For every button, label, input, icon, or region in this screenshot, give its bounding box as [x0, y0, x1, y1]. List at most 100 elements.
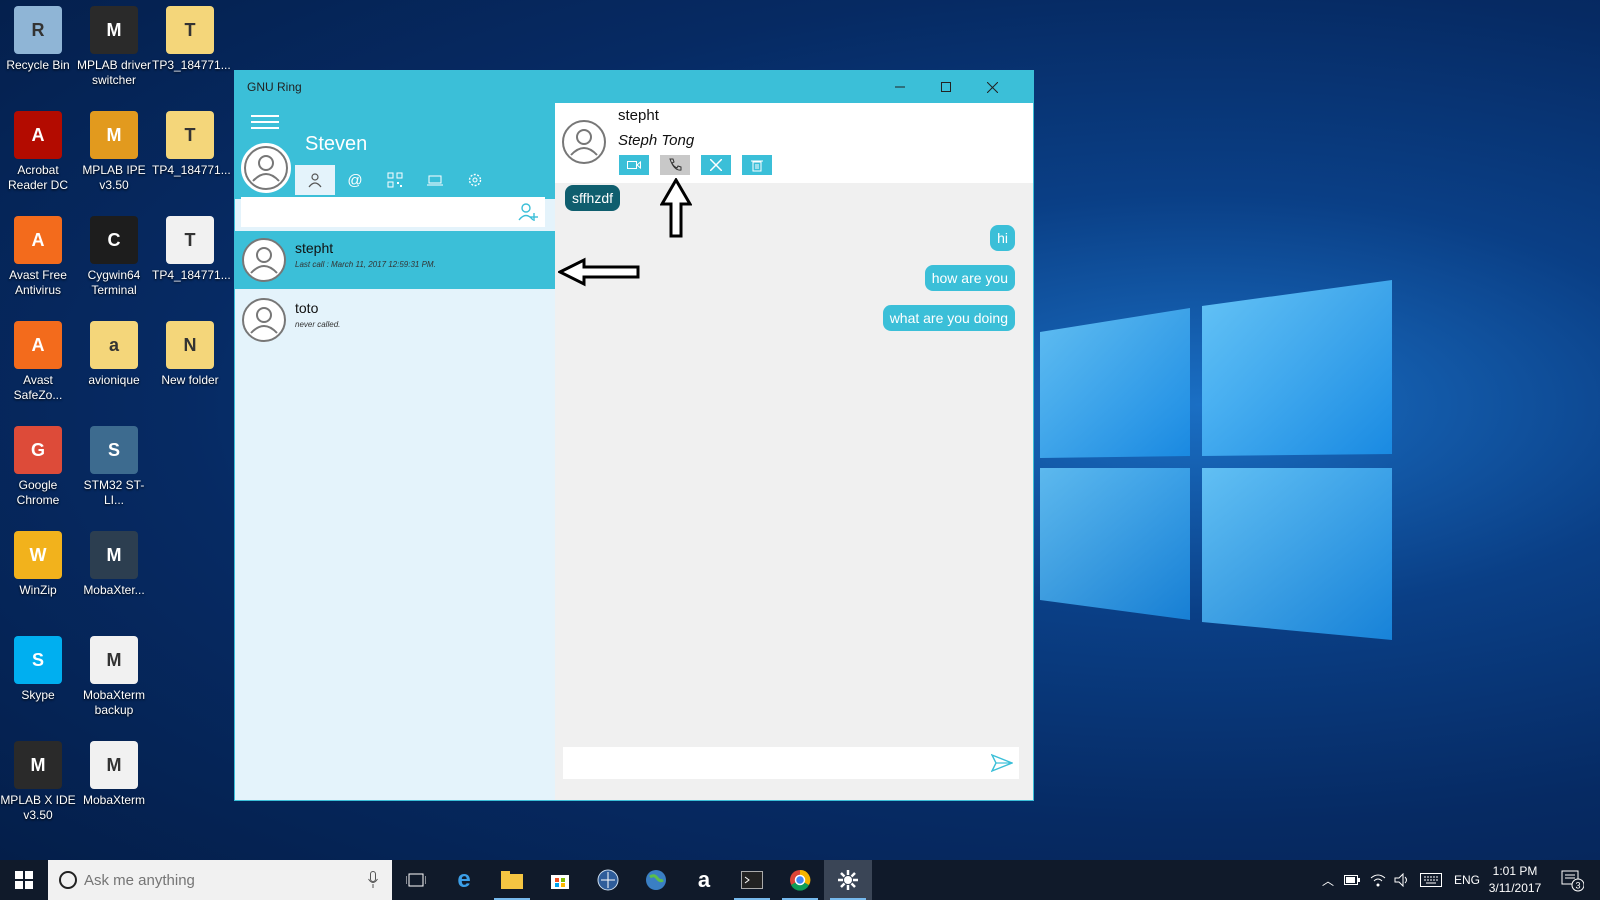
task-view-button[interactable]: [392, 860, 440, 900]
hamburger-menu-icon[interactable]: [251, 111, 279, 131]
desktop-icon-label: WinZip: [19, 583, 57, 597]
desktop-icon[interactable]: M MPLAB X IDE v3.50: [0, 741, 76, 823]
winzip-icon: W: [14, 531, 62, 579]
desktop-icon[interactable]: R Recycle Bin: [0, 6, 76, 73]
phone-icon: [669, 158, 682, 171]
tab-settings[interactable]: [455, 165, 495, 195]
conversation-pane: stepht Steph Tong sffhzdf hi how are you…: [555, 103, 1033, 800]
contact-last-call: Last call : March 11, 2017 12:59:31 PM.: [295, 260, 436, 269]
desktop-icon[interactable]: T TP4_184771...: [152, 216, 231, 283]
conversation-contact-alias: Steph Tong: [618, 132, 695, 149]
desktop-icon[interactable]: N New folder: [152, 321, 228, 388]
desktop-icon[interactable]: S Skype: [0, 636, 76, 703]
close-icon: [986, 81, 998, 93]
taskbar-app-globe[interactable]: [584, 860, 632, 900]
chevron-up-icon[interactable]: ︿: [1322, 872, 1334, 889]
gear-icon: [468, 173, 482, 187]
minimize-button[interactable]: [877, 71, 923, 103]
desktop-icon[interactable]: M MobaXterm backup: [76, 636, 152, 718]
account-name: Steven: [305, 133, 368, 155]
up-arrow-annotation: [660, 178, 692, 238]
taskbar-amazon[interactable]: a: [680, 860, 728, 900]
send-icon[interactable]: [991, 753, 1013, 773]
battery-icon[interactable]: [1344, 875, 1361, 885]
desktop-icon[interactable]: A Avast SafeZo...: [0, 321, 76, 403]
tab-qr-code[interactable]: [375, 165, 415, 195]
taskbar-file-explorer[interactable]: [488, 860, 536, 900]
taskbar-search-input[interactable]: [84, 870, 344, 890]
avast-safezone-icon: A: [14, 321, 62, 369]
desktop-icon-label: TP3_184771...: [152, 58, 231, 72]
desktop-icon-label: Avast SafeZo...: [13, 373, 63, 402]
mplab-x-icon: M: [14, 741, 62, 789]
tab-identity[interactable]: @: [335, 165, 375, 195]
avast-icon: A: [14, 216, 62, 264]
notification-icon: 3: [1561, 870, 1584, 892]
clear-history-button[interactable]: [701, 155, 731, 175]
close-icon: [710, 159, 722, 171]
desktop-icon[interactable]: M MPLAB IPE v3.50: [76, 111, 152, 193]
taskbar-gnu-ring[interactable]: [824, 860, 872, 900]
contact-item-stepht[interactable]: stepht Last call : March 11, 2017 12:59:…: [235, 231, 555, 289]
left-arrow-annotation: [558, 257, 640, 287]
action-center-button[interactable]: 3: [1560, 860, 1584, 900]
maximize-button[interactable]: [923, 71, 969, 103]
cortana-circle-icon: [59, 871, 77, 889]
qr-code-icon: [387, 172, 403, 188]
desktop-icon[interactable]: W WinZip: [0, 531, 76, 598]
taskbar-terminal[interactable]: [728, 860, 776, 900]
taskbar-app-earth[interactable]: [632, 860, 680, 900]
message-bubble-sent: what are you doing: [882, 305, 1015, 331]
close-button[interactable]: [969, 71, 1015, 103]
contact-search-input[interactable]: [241, 197, 501, 227]
delete-contact-button[interactable]: [742, 155, 772, 175]
desktop-icon[interactable]: T TP4_184771...: [152, 111, 231, 178]
desktop-icon[interactable]: M MPLAB driver switcher: [76, 6, 152, 88]
desktop-icon[interactable]: A Acrobat Reader DC: [0, 111, 76, 193]
maximize-icon: [941, 82, 951, 92]
desktop-icon-label: Cygwin64 Terminal: [87, 268, 141, 297]
earth-icon: [646, 870, 666, 890]
wifi-icon[interactable]: [1370, 873, 1386, 887]
language-indicator[interactable]: ENG: [1454, 873, 1480, 887]
cortana-search[interactable]: [48, 860, 392, 900]
audio-call-button[interactable]: [660, 155, 690, 175]
account-avatar[interactable]: [241, 143, 291, 193]
contact-last-call: never called.: [295, 320, 341, 329]
conversation-actions: [619, 155, 783, 175]
tab-devices[interactable]: [415, 165, 455, 195]
cygwin-icon: C: [90, 216, 138, 264]
taskbar-edge[interactable]: e: [440, 860, 488, 900]
start-button[interactable]: [0, 860, 48, 900]
desktop-icon[interactable]: M MobaXterm: [76, 741, 152, 808]
desktop-icon[interactable]: A Avast Free Antivirus: [0, 216, 76, 298]
microphone-icon[interactable]: [368, 871, 378, 889]
contact-search: [241, 197, 545, 227]
conversation-header: stepht Steph Tong: [555, 103, 1033, 183]
taskbar-store[interactable]: [536, 860, 584, 900]
desktop-icon-label: avionique: [88, 373, 140, 387]
desktop-icon[interactable]: a avionique: [76, 321, 152, 388]
video-call-button[interactable]: [619, 155, 649, 175]
desktop-icon[interactable]: S STM32 ST-LI...: [76, 426, 152, 508]
clock[interactable]: 1:01 PM 3/11/2017: [1480, 863, 1550, 897]
amazon-icon: a: [697, 867, 711, 892]
system-tray: ︿ ENG: [1322, 860, 1480, 900]
chrome-icon: G: [14, 426, 62, 474]
desktop-icon[interactable]: C Cygwin64 Terminal: [76, 216, 152, 298]
volume-icon[interactable]: [1394, 873, 1410, 887]
contact-item-toto[interactable]: toto never called.: [235, 291, 555, 349]
desktop-icon[interactable]: T TP3_184771...: [152, 6, 231, 73]
keyboard-icon[interactable]: [1420, 873, 1443, 887]
skype-icon: S: [14, 636, 62, 684]
tab-contacts[interactable]: [295, 165, 335, 195]
desktop-icon[interactable]: G Google Chrome: [0, 426, 76, 508]
add-contact-icon[interactable]: [517, 201, 539, 223]
contact-avatar: [242, 298, 286, 342]
taskbar-chrome[interactable]: [776, 860, 824, 900]
gnu-ring-window: GNU Ring Steven @ stepht Last call: Mar…: [234, 70, 1034, 801]
desktop-icon[interactable]: M MobaXter...: [76, 531, 152, 598]
message-input[interactable]: [563, 747, 973, 779]
title-bar[interactable]: GNU Ring: [235, 71, 1033, 103]
conversation-contact-name: stepht: [618, 107, 659, 124]
